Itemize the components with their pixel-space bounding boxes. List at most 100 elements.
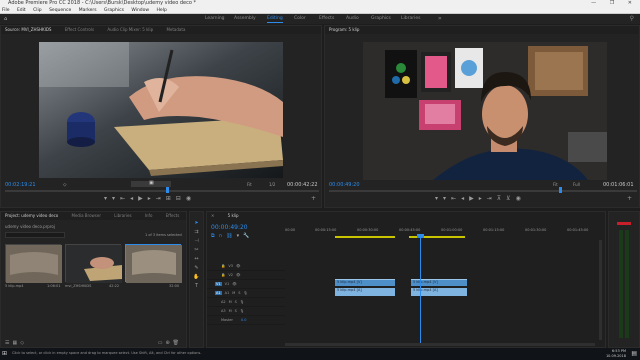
tab-metadata[interactable]: Metadata (166, 27, 185, 32)
work-area-bar-1[interactable] (335, 236, 395, 238)
source-scrub-bar[interactable] (5, 190, 319, 192)
tab-media-browser[interactable]: Media Browser (72, 213, 102, 218)
tab-source[interactable]: Source: MVI_ZHSHKIDS (5, 27, 51, 32)
type-tool-icon[interactable]: T (195, 283, 198, 289)
notification-icon[interactable]: ▤ (631, 350, 637, 357)
workspace-assembly[interactable]: Assembly (234, 16, 256, 21)
timeline-scrollbar-vertical[interactable] (599, 240, 602, 340)
menu-help[interactable]: Help (157, 8, 167, 13)
play-icon[interactable]: ▶ (138, 195, 148, 202)
insert-icon[interactable]: ⊞ (166, 195, 176, 202)
workspace-libraries[interactable]: Libraries (401, 16, 420, 21)
timeline-timecode[interactable]: 00:00:49:20 (211, 224, 248, 231)
source-video-frame[interactable] (39, 42, 283, 178)
program-export-frame-icon[interactable]: ◉ (516, 195, 526, 202)
clip-audio-1[interactable]: 5 klip.mp4 [A] (335, 288, 395, 296)
track-header-v1[interactable]: V1 V1 👁 (207, 280, 285, 289)
new-item-icon[interactable]: ⊕ (165, 340, 172, 346)
search-help-icon[interactable]: ⚲ (630, 15, 634, 22)
more-workspaces-icon[interactable]: » (438, 15, 442, 22)
track-header-a2[interactable]: A2 M S 🎙 (207, 298, 285, 307)
mic-icon[interactable]: 🎙 (244, 291, 248, 295)
project-thumb-3[interactable] (125, 244, 182, 283)
tab-info[interactable]: Info (145, 213, 153, 218)
source-add-button-icon[interactable]: + (311, 195, 316, 202)
project-thumb-1[interactable] (5, 244, 62, 283)
clip-video-1[interactable]: 5 klip.mp4 [V] (335, 279, 395, 286)
ripple-edit-tool-icon[interactable]: ⊣ (194, 238, 198, 244)
program-playhead[interactable] (559, 187, 562, 193)
source-timecode[interactable]: 00:02:19:21 (5, 182, 36, 188)
program-mark-in-icon[interactable]: ▾ (435, 195, 443, 202)
window-controls[interactable]: — ❐ ✕ (591, 0, 638, 7)
timeline-ruler[interactable]: 00:00 00:00:15:00 00:00:30:00 00:00:45:0… (285, 226, 603, 240)
program-step-forward-icon[interactable]: ▸ (479, 195, 487, 202)
go-to-out-icon[interactable]: ⇥ (156, 195, 166, 202)
workspace-audio[interactable]: Audio (346, 16, 359, 21)
master-value[interactable]: 0.0 (241, 318, 247, 322)
slip-tool-icon[interactable]: ↔ (194, 256, 198, 262)
mic-icon[interactable]: 🎙 (240, 309, 244, 313)
workspace-color[interactable]: Color (294, 16, 306, 21)
menu-clip[interactable]: Clip (33, 8, 42, 13)
solo-icon[interactable]: S (235, 300, 237, 304)
linked-selection-icon[interactable]: ⛓ (226, 233, 236, 239)
home-icon[interactable]: ⌂ (4, 16, 7, 22)
mark-out-icon[interactable]: ▾ (112, 195, 120, 202)
freeform-view-icon[interactable]: ◇ (20, 340, 27, 346)
program-timecode[interactable]: 00:00:49:20 (329, 182, 360, 188)
mute-icon[interactable]: M (229, 309, 232, 313)
selection-tool-icon[interactable]: ➤ (194, 220, 198, 226)
track-header-master[interactable]: Master 0.0 (207, 316, 285, 325)
program-fit[interactable]: Fit (553, 182, 558, 187)
tab-project[interactable]: Project: udemy video deco (5, 213, 58, 218)
workspace-graphics[interactable]: Graphics (371, 16, 391, 21)
track-header-v3[interactable]: 🔒 V3 👁 (207, 262, 285, 271)
program-video-frame[interactable] (363, 42, 607, 180)
solo-icon[interactable]: S (235, 309, 237, 313)
mute-icon[interactable]: M (229, 300, 232, 304)
source-patch-v1[interactable]: V1 (215, 282, 222, 286)
lock-icon[interactable]: 🔒 (221, 273, 225, 277)
menu-edit[interactable]: Edit (17, 8, 26, 13)
project-thumb-2[interactable] (65, 244, 122, 283)
close-sequence-icon[interactable]: ✕ (211, 213, 214, 218)
extract-icon[interactable]: ⊻ (506, 195, 515, 202)
tab-effects[interactable]: Effects (166, 213, 180, 218)
trash-icon[interactable]: 🗑 (173, 340, 182, 346)
source-fit[interactable]: Fit (247, 182, 252, 187)
program-mark-out-icon[interactable]: ▾ (443, 195, 451, 202)
eye-icon[interactable]: 👁 (232, 282, 236, 286)
tab-effect-controls[interactable]: Effect Controls (65, 27, 94, 32)
track-header-a3[interactable]: A3 M S 🎙 (207, 307, 285, 316)
timeline-playhead[interactable] (420, 234, 421, 344)
lock-icon[interactable]: 🔒 (221, 264, 225, 268)
source-patch-a1[interactable]: A1 (215, 291, 222, 295)
project-search-input[interactable] (5, 232, 65, 238)
lift-icon[interactable]: ⊼ (497, 195, 506, 202)
menu-sequence[interactable]: Sequence (49, 8, 71, 13)
meter-clip-indicator[interactable] (617, 222, 631, 225)
step-forward-icon[interactable]: ▸ (148, 195, 156, 202)
tab-program[interactable]: Program: 5 klip (329, 27, 359, 32)
workspace-effects[interactable]: Effects (319, 16, 334, 21)
tab-sequence[interactable]: 5 klip (228, 213, 239, 218)
nest-icon[interactable]: ⧉ (211, 233, 219, 239)
track-select-tool-icon[interactable]: ⇉ (194, 229, 198, 235)
workspace-learning[interactable]: Learning (205, 16, 225, 21)
pen-tool-icon[interactable]: ✎ (194, 265, 198, 271)
go-to-in-icon[interactable]: ⇤ (120, 195, 130, 202)
mute-icon[interactable]: M (232, 291, 235, 295)
razor-tool-icon[interactable]: ✂ (194, 247, 198, 253)
tab-libraries[interactable]: Libraries (114, 213, 131, 218)
source-playhead[interactable] (166, 187, 169, 193)
workspace-editing[interactable]: Editing (267, 16, 283, 23)
program-zoom[interactable]: Full (573, 182, 580, 187)
timeline-playhead-handle[interactable] (417, 234, 424, 238)
timeline-scrollbar-horizontal[interactable] (285, 343, 595, 346)
tab-audio-clip-mixer[interactable]: Audio Clip Mixer: 5 klip (107, 27, 153, 32)
menu-markers[interactable]: Markers (79, 8, 97, 13)
export-frame-icon[interactable]: ◉ (186, 195, 196, 202)
timeline-settings-icon[interactable]: 🔧 (243, 233, 253, 239)
track-header-a1[interactable]: A1 A1 M S 🎙 (207, 289, 285, 298)
